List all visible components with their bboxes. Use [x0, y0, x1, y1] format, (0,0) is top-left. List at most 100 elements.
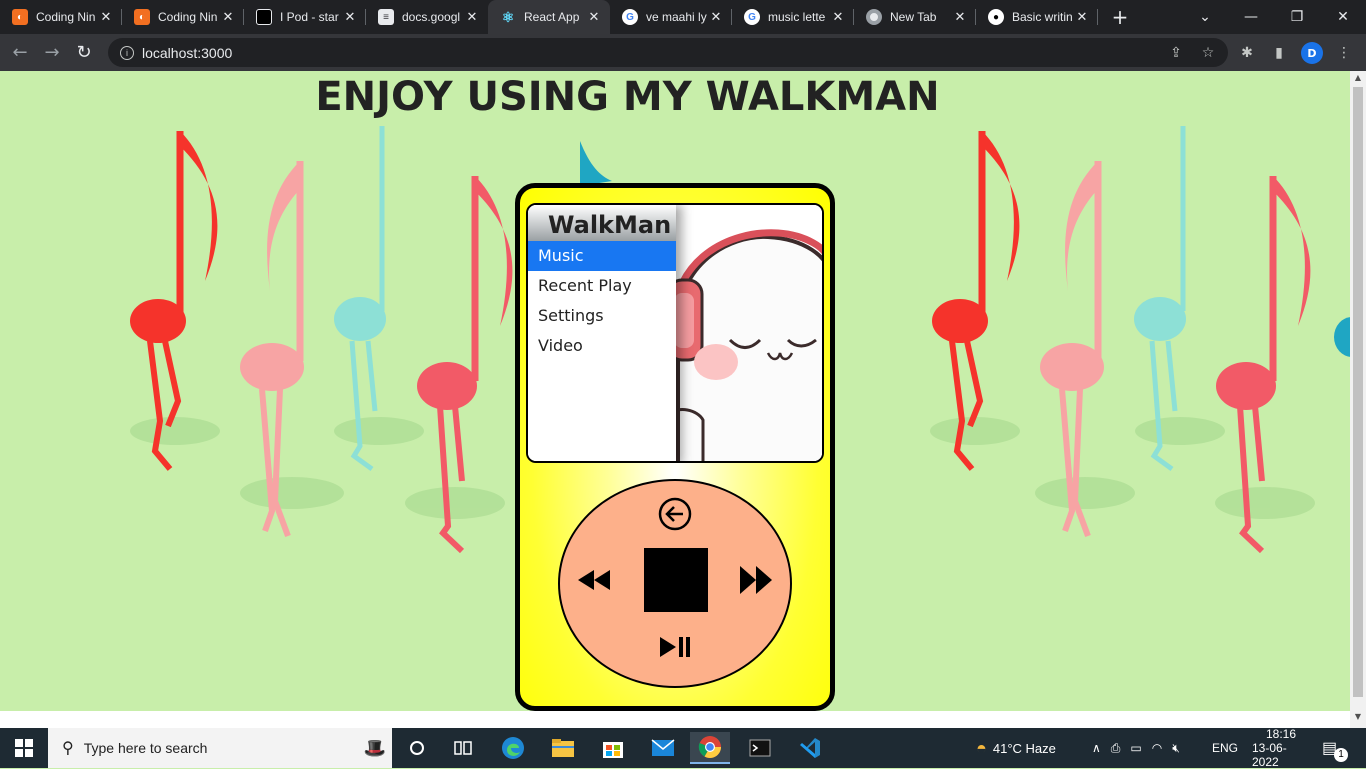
volume-mute-icon[interactable]: 🔇︎ [1172, 741, 1180, 756]
notification-center-button[interactable]: ▤ 1 [1322, 728, 1348, 768]
battery-icon[interactable]: ▭ [1130, 741, 1141, 755]
menu-item-recent-play[interactable]: Recent Play [528, 271, 676, 301]
menu-kebab-icon[interactable]: ⋮ [1331, 40, 1357, 66]
browser-tab[interactable]: I Pod - star ✕ [244, 0, 366, 34]
cortana-icon[interactable] [397, 732, 437, 764]
url-text[interactable]: localhost:3000 [142, 45, 232, 61]
browser-tab[interactable]: ≡ docs.googl ✕ [366, 0, 488, 34]
music-note-icon [130, 131, 218, 471]
music-note-icon [932, 131, 1020, 471]
walkman-menu: WalkMan Music Recent Play Settings Video [528, 205, 676, 461]
coding-ninjas-icon: ◐ [12, 9, 28, 25]
scrollbar-thumb[interactable] [1353, 87, 1363, 697]
menu-item-video[interactable]: Video [528, 331, 676, 361]
close-window-icon[interactable]: ✕ [1320, 0, 1366, 34]
side-panel-icon[interactable]: ▮ [1266, 40, 1292, 66]
file-explorer-icon[interactable] [543, 732, 583, 764]
github-icon: ● [988, 9, 1004, 25]
close-tab-icon[interactable]: ✕ [952, 9, 968, 25]
scroll-up-icon[interactable]: ▲ [1350, 73, 1366, 87]
forward-icon[interactable]: → [36, 37, 68, 69]
minimize-icon[interactable]: — [1228, 0, 1274, 34]
windows-start-button[interactable] [0, 728, 48, 768]
codesandbox-icon [256, 9, 272, 25]
language-indicator[interactable]: ENG [1212, 728, 1238, 768]
page-viewport: ENJOY USING MY WALKMAN WalkMan Music Rec… [0, 71, 1350, 711]
rewind-icon[interactable] [576, 567, 612, 593]
taskbar-search-box[interactable]: ⚲ Type here to search 🎩 [48, 728, 392, 768]
browser-tab[interactable]: New Tab ✕ [854, 0, 976, 34]
browser-tab[interactable]: G music lette ✕ [732, 0, 854, 34]
task-view-icon[interactable] [443, 732, 483, 764]
mail-icon[interactable] [643, 732, 683, 764]
music-note-icon [1334, 317, 1350, 357]
wifi-icon[interactable]: ◠ [1152, 741, 1162, 755]
back-icon[interactable]: ← [4, 37, 36, 69]
menu-item-settings[interactable]: Settings [528, 301, 676, 331]
site-info-icon[interactable]: i [120, 45, 134, 60]
clock-time: 18:16 [1265, 727, 1297, 741]
close-tab-icon[interactable]: ✕ [830, 9, 846, 25]
google-icon: G [622, 9, 638, 25]
walkman-device: WalkMan Music Recent Play Settings Video [515, 183, 835, 711]
browser-tab[interactable]: G ve maahi ly ✕ [610, 0, 732, 34]
page-scrollbar[interactable]: ▲ ▼ [1350, 71, 1366, 728]
bookmark-star-icon[interactable]: ☆ [1195, 40, 1221, 66]
restore-icon[interactable]: ❐ [1274, 0, 1320, 34]
browser-tab-active[interactable]: ⚛ React App ✕ [488, 0, 610, 34]
play-pause-icon[interactable] [658, 635, 692, 659]
stop-button[interactable] [644, 548, 708, 612]
headphone-cat-artwork [668, 205, 822, 461]
edge-icon[interactable] [493, 732, 533, 764]
weather-text: 41°C Haze [992, 740, 1056, 756]
chrome-icon [866, 9, 882, 25]
chrome-taskbar-icon[interactable] [690, 732, 730, 764]
weather-widget[interactable]: ◓ 41°C Haze [976, 728, 1056, 768]
profile-avatar[interactable]: D [1301, 42, 1323, 64]
weather-icon: ◓ [976, 737, 987, 758]
browser-tab[interactable]: ◐ Coding Nin ✕ [0, 0, 122, 34]
microsoft-store-icon[interactable] [593, 732, 633, 764]
address-bar[interactable]: i localhost:3000 [108, 38, 1228, 67]
close-tab-icon[interactable]: ✕ [1074, 9, 1090, 25]
close-tab-icon[interactable]: ✕ [342, 9, 358, 25]
menu-item-music[interactable]: Music [528, 241, 676, 271]
page-bottom-area [0, 711, 1350, 728]
extensions-icon[interactable]: ✱ [1234, 40, 1260, 66]
windows-logo-icon [15, 739, 33, 757]
back-arrow-icon[interactable] [656, 495, 694, 533]
google-icon: G [744, 9, 760, 25]
meet-now-icon[interactable]: ⎙ [1111, 741, 1121, 756]
tab-search-icon[interactable]: ⌄ [1182, 0, 1228, 34]
tab-title: New Tab [890, 10, 937, 24]
page-title: ENJOY USING MY WALKMAN [315, 74, 940, 120]
share-icon[interactable]: ⇪ [1163, 40, 1189, 66]
docs-icon: ≡ [378, 9, 394, 25]
tab-title: Basic writin [1012, 10, 1073, 24]
browser-tab[interactable]: ◐ Coding Nin ✕ [122, 0, 244, 34]
scroll-down-icon[interactable]: ▼ [1350, 712, 1366, 726]
vscode-icon[interactable] [790, 732, 830, 764]
walkman-screen: WalkMan Music Recent Play Settings Video [526, 203, 824, 463]
show-hidden-icons-chevron[interactable]: ∧ [1092, 741, 1101, 755]
terminal-icon[interactable] [740, 732, 780, 764]
close-tab-icon[interactable]: ✕ [98, 9, 114, 25]
clock-date: 13-06-2022 [1252, 741, 1287, 769]
close-tab-icon[interactable]: ✕ [586, 9, 602, 25]
notification-count: 1 [1334, 748, 1348, 762]
fast-forward-icon[interactable] [738, 564, 774, 596]
close-tab-icon[interactable]: ✕ [708, 9, 724, 25]
new-tab-button[interactable]: + [1106, 5, 1134, 29]
control-wheel[interactable] [558, 479, 792, 688]
browser-tab[interactable]: ● Basic writin ✕ [976, 0, 1098, 34]
clock[interactable]: 18:16 13-06-2022 [1252, 727, 1310, 769]
reload-icon[interactable]: ↻ [68, 37, 100, 69]
search-placeholder: Type here to search [83, 740, 208, 756]
tab-title: music lette [768, 10, 826, 24]
tab-title: React App [524, 10, 580, 24]
browser-tab-bar: ◐ Coding Nin ✕ ◐ Coding Nin ✕ I Pod - st… [0, 0, 1366, 34]
close-tab-icon[interactable]: ✕ [220, 9, 236, 25]
coding-ninjas-icon: ◐ [134, 9, 150, 25]
close-tab-icon[interactable]: ✕ [464, 9, 480, 25]
tab-title: I Pod - star [280, 10, 339, 24]
